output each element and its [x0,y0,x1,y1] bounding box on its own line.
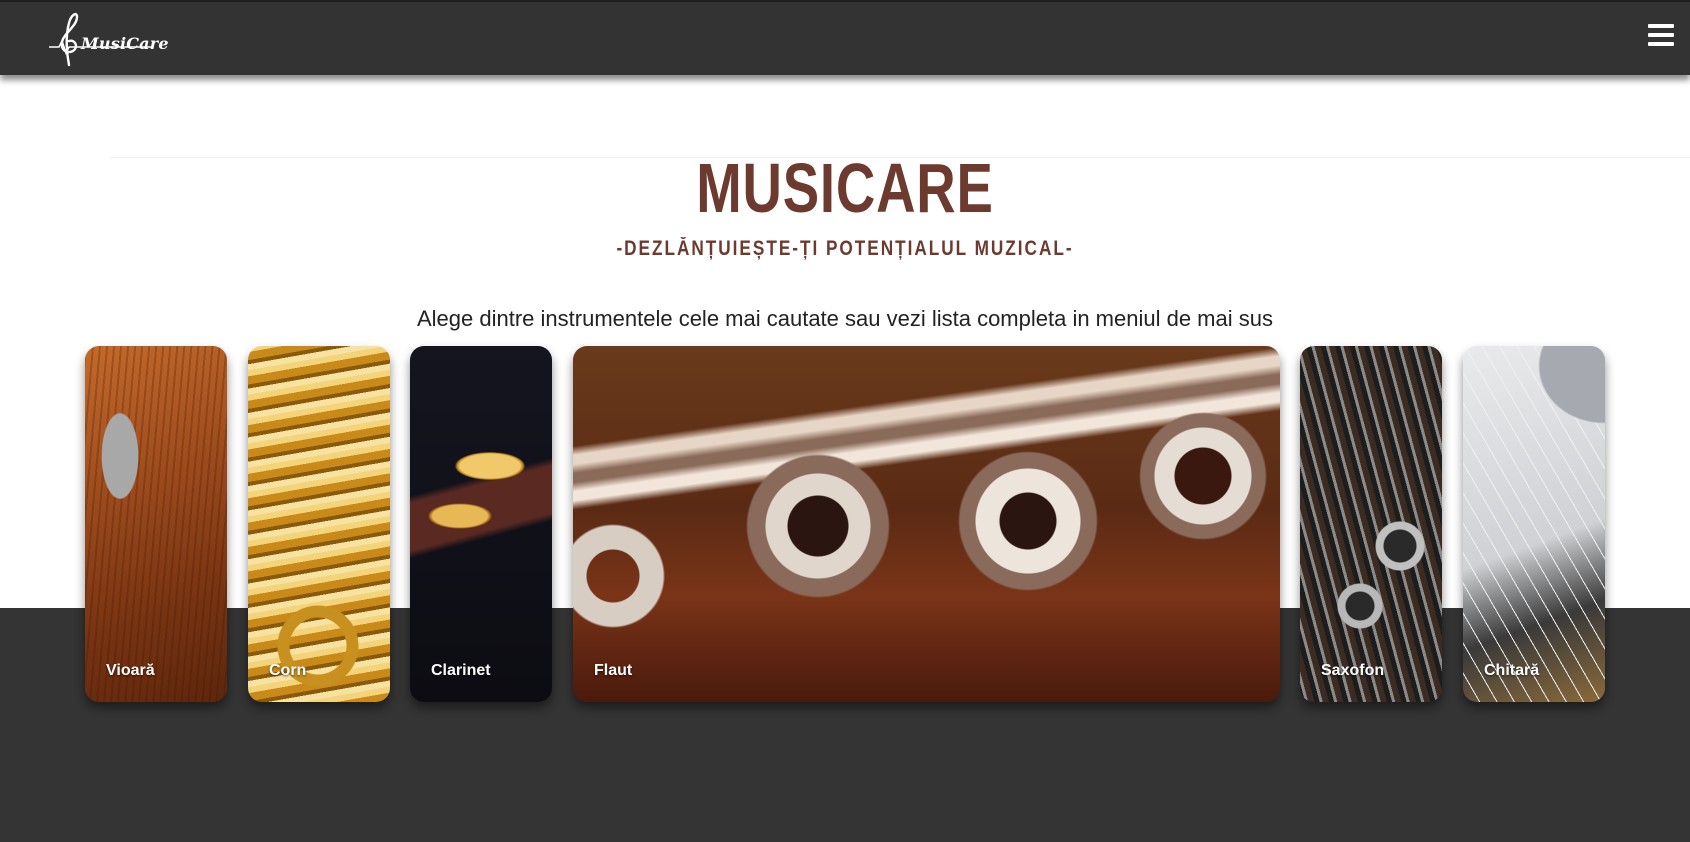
instrument-card-clarinet[interactable]: Clarinet [410,346,552,702]
menu-bar [1648,33,1674,37]
instrument-card-label: Vioară [106,662,155,679]
instrument-gallery: Vioară Corn Clarinet Flaut Saxofon Chita… [0,0,1690,842]
hamburger-menu-icon[interactable] [1648,24,1674,50]
instrument-card-label: Saxofon [1321,662,1385,679]
instrument-card-label: Clarinet [431,662,491,679]
musicare-logo[interactable]: MusiCare [47,7,169,69]
instrument-card-chitara[interactable]: Chitară [1463,346,1605,702]
instrument-card-flaut[interactable]: Flaut [573,346,1280,702]
instrument-card-saxofon[interactable]: Saxofon [1300,346,1442,702]
instrument-card-corn[interactable]: Corn [248,346,390,702]
menu-bar [1648,24,1674,28]
instrument-card-label: Chitară [1484,662,1540,679]
instrument-card-label: Corn [269,662,307,679]
menu-bar [1648,42,1674,46]
logo-text: MusiCare [81,34,169,53]
instrument-card-label: Flaut [594,662,633,679]
instrument-card-vioara[interactable]: Vioară [85,346,227,702]
top-navbar: MusiCare [0,0,1690,75]
